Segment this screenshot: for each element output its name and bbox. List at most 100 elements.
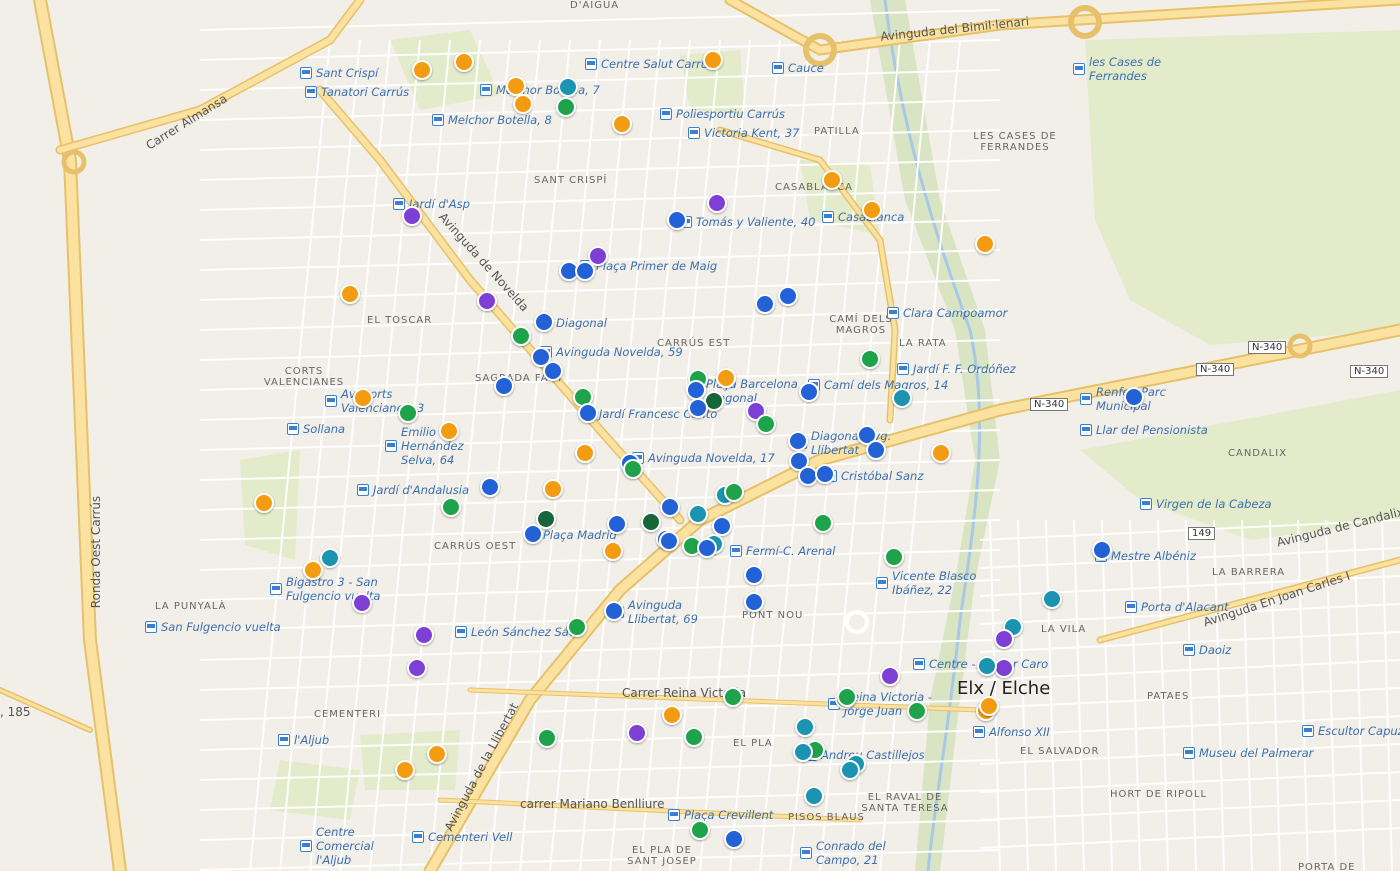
map-marker-blue[interactable] xyxy=(1092,540,1112,560)
bus-stop-fermi-arenal[interactable]: Fermí-C. Arenal xyxy=(730,544,836,558)
map-marker-orange[interactable] xyxy=(862,200,882,220)
map-marker-blue[interactable] xyxy=(744,592,764,612)
bus-stop-melchor-botella-7[interactable]: Melchor Botella, 7 xyxy=(480,83,600,97)
map-marker-purple[interactable] xyxy=(352,593,372,613)
map-marker-teal[interactable] xyxy=(688,504,708,524)
map-marker-orange[interactable] xyxy=(340,284,360,304)
map-marker-orange[interactable] xyxy=(254,493,274,513)
bus-stop-cauce[interactable]: Cauce xyxy=(772,61,824,75)
bus-stop-avinguda-novelda-17[interactable]: Avinguda Novelda, 17 xyxy=(632,451,775,465)
map-marker-blue[interactable] xyxy=(697,538,717,558)
map-marker-green[interactable] xyxy=(690,820,710,840)
bus-stop-cementeri-vell[interactable]: Cementeri Vell xyxy=(412,830,513,844)
bus-stop-victoria-kent[interactable]: Victoria Kent, 37 xyxy=(688,126,800,140)
map-canvas[interactable]: Carrer Almansa Avinguda de Novelda Ronda… xyxy=(0,0,1400,871)
bus-stop-les-cases-ferrandes[interactable]: les Cases de Ferrandes xyxy=(1073,55,1184,83)
bus-stop-poliesportiu-carrus[interactable]: Poliesportiu Carrús xyxy=(660,107,785,121)
bus-stop-museu-palmerar[interactable]: Museu del Palmerar xyxy=(1183,746,1313,760)
map-marker-blue[interactable] xyxy=(523,524,543,544)
map-marker-purple[interactable] xyxy=(627,723,647,743)
map-marker-orange[interactable] xyxy=(822,170,842,190)
bus-stop-tanatori-carrus[interactable]: Tanatori Carrús xyxy=(305,85,409,99)
map-marker-orange[interactable] xyxy=(427,744,447,764)
map-marker-orange[interactable] xyxy=(454,52,474,72)
bus-stop-conrado-campo[interactable]: Conrado del Campo, 21 xyxy=(800,839,911,867)
bus-stop-centre-salut-carrus[interactable]: Centre Salut Carrús xyxy=(585,57,714,71)
map-marker-blue[interactable] xyxy=(578,403,598,423)
map-marker-orange[interactable] xyxy=(412,60,432,80)
map-marker-teal[interactable] xyxy=(320,548,340,568)
map-marker-purple[interactable] xyxy=(880,666,900,686)
map-marker-orange[interactable] xyxy=(612,114,632,134)
bus-stop-avinguda-novelda-59[interactable]: Avinguda Novelda, 59 xyxy=(540,345,683,359)
bus-stop-sollana[interactable]: Sollana xyxy=(287,422,345,436)
map-marker-blue[interactable] xyxy=(494,376,514,396)
map-marker-orange[interactable] xyxy=(506,76,526,96)
bus-stop-leon-sanchez[interactable]: León Sánchez Sáez xyxy=(455,625,582,639)
bus-stop-vicente-blasco[interactable]: Vicente Blasco Ibáñez, 22 xyxy=(876,569,987,597)
bus-stop-virgen-cabeza[interactable]: Virgen de la Cabeza xyxy=(1140,497,1272,511)
map-marker-teal[interactable] xyxy=(892,388,912,408)
map-marker-orange[interactable] xyxy=(662,705,682,725)
map-marker-orange[interactable] xyxy=(353,388,373,408)
map-marker-green[interactable] xyxy=(441,497,461,517)
map-marker-orange[interactable] xyxy=(303,560,323,580)
bus-stop-sant-crispi[interactable]: Sant Crispí xyxy=(300,66,378,80)
bus-stop-escultor-capuz[interactable]: Escultor Capuz xyxy=(1302,724,1400,738)
map-marker-blue[interactable] xyxy=(815,464,835,484)
map-marker-green[interactable] xyxy=(398,403,418,423)
map-marker-orange[interactable] xyxy=(979,696,999,716)
map-marker-green[interactable] xyxy=(684,727,704,747)
map-marker-green[interactable] xyxy=(837,687,857,707)
map-marker-orange[interactable] xyxy=(543,479,563,499)
bus-stop-diagonal-libertat[interactable]: Diagonal Avg. Llibertat xyxy=(795,429,906,457)
map-marker-green[interactable] xyxy=(511,326,531,346)
map-marker-blue[interactable] xyxy=(799,382,819,402)
map-marker-green[interactable] xyxy=(813,513,833,533)
map-marker-blue[interactable] xyxy=(604,601,624,621)
bus-stop-daoiz[interactable]: Daoiz xyxy=(1183,643,1231,657)
map-marker-dark-green[interactable] xyxy=(641,512,661,532)
map-marker-teal[interactable] xyxy=(558,77,578,97)
map-marker-teal[interactable] xyxy=(804,786,824,806)
map-marker-purple[interactable] xyxy=(414,625,434,645)
map-marker-blue[interactable] xyxy=(660,497,680,517)
map-marker-teal[interactable] xyxy=(1042,589,1062,609)
map-marker-green[interactable] xyxy=(567,617,587,637)
map-marker-green[interactable] xyxy=(556,97,576,117)
bus-stop-cristobal-sanz[interactable]: Cristóbal Sanz xyxy=(825,469,923,483)
map-marker-blue[interactable] xyxy=(575,261,595,281)
bus-stop-tomas-valiente[interactable]: Tomás y Valiente, 40 xyxy=(680,215,815,229)
map-marker-blue[interactable] xyxy=(480,477,500,497)
map-marker-blue[interactable] xyxy=(866,440,886,460)
map-marker-blue[interactable] xyxy=(667,210,687,230)
map-marker-green[interactable] xyxy=(623,459,643,479)
map-marker-green[interactable] xyxy=(860,349,880,369)
map-marker-blue[interactable] xyxy=(688,398,708,418)
map-marker-blue[interactable] xyxy=(744,565,764,585)
bus-stop-avcorts[interactable]: Av. Corts Valencianes, 3 xyxy=(325,387,436,415)
map-marker-purple[interactable] xyxy=(994,629,1014,649)
map-marker-teal[interactable] xyxy=(793,742,813,762)
map-marker-green[interactable] xyxy=(724,482,744,502)
bus-stop-alfonso-xii[interactable]: Alfonso XII xyxy=(973,725,1050,739)
map-marker-orange[interactable] xyxy=(395,760,415,780)
bus-stop-cami-magros-14[interactable]: Camí dels Magros, 14 xyxy=(808,378,948,392)
map-marker-green[interactable] xyxy=(723,687,743,707)
map-marker-orange[interactable] xyxy=(931,443,951,463)
map-marker-purple[interactable] xyxy=(407,658,427,678)
map-marker-purple[interactable] xyxy=(477,291,497,311)
map-marker-blue[interactable] xyxy=(686,380,706,400)
map-marker-blue[interactable] xyxy=(534,312,554,332)
map-marker-green[interactable] xyxy=(537,728,557,748)
bus-stop-jardi-andalusia[interactable]: Jardí d'Andalusia xyxy=(357,483,469,497)
bus-stop-clara-campoamor[interactable]: Clara Campoamor xyxy=(887,306,1007,320)
map-marker-blue[interactable] xyxy=(712,516,732,536)
map-marker-orange[interactable] xyxy=(603,541,623,561)
bus-stop-melchor-botella-8[interactable]: Melchor Botella, 8 xyxy=(432,113,552,127)
map-marker-blue[interactable] xyxy=(788,431,808,451)
map-marker-orange[interactable] xyxy=(975,234,995,254)
map-marker-teal[interactable] xyxy=(840,760,860,780)
map-marker-purple[interactable] xyxy=(402,206,422,226)
map-marker-blue[interactable] xyxy=(607,514,627,534)
